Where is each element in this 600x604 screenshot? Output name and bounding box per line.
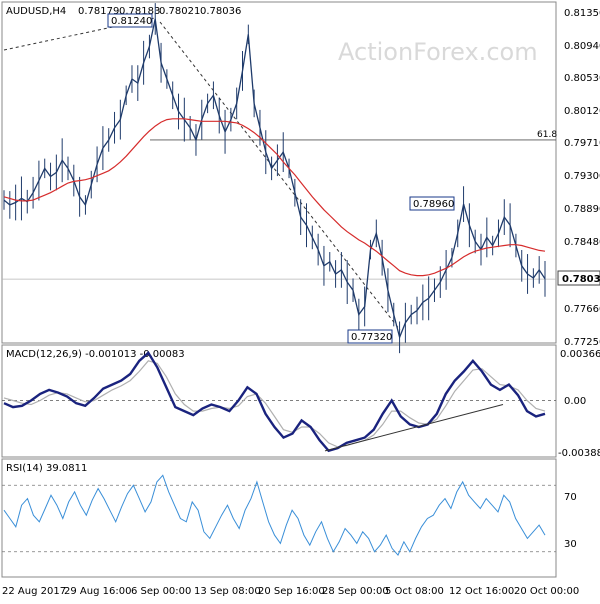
rsi-title: RSI(14) 39.0811 bbox=[6, 463, 87, 474]
macd-y-tick: -0.003887 bbox=[558, 448, 600, 459]
macd-y-tick: 0.003662 bbox=[560, 349, 600, 360]
price-y-tick: 0.77250 bbox=[564, 337, 600, 348]
x-tick: 20 Sep 16:00 bbox=[258, 586, 325, 597]
price-annotation-label: 0.81240 bbox=[111, 16, 152, 27]
price-y-tick: 0.79300 bbox=[564, 171, 600, 182]
rsi-panel-frame bbox=[1, 458, 557, 578]
price-close: 0.78036 bbox=[200, 6, 241, 17]
rsi-y-tick: 70 bbox=[564, 492, 577, 503]
price-y-tick: 0.77660 bbox=[564, 304, 600, 315]
rsi-y-tick: 30 bbox=[564, 539, 577, 550]
fib-61-8-label: 61.8 bbox=[537, 130, 557, 140]
x-tick: 5 Oct 08:00 bbox=[385, 586, 444, 597]
price-low: 0.78021 bbox=[159, 6, 200, 17]
last-price-label: 0.78036 bbox=[562, 274, 600, 285]
price-annotation-label: 0.77320 bbox=[351, 332, 392, 343]
price-y-tick: 0.80120 bbox=[564, 106, 600, 117]
x-tick: 6 Sep 00:00 bbox=[131, 586, 191, 597]
price-y-ticks: 0.81350 0.80940 0.80530 0.80120 0.79710 … bbox=[564, 8, 600, 348]
watermark: ActionForex.com bbox=[338, 38, 538, 66]
x-tick: 12 Oct 16:00 bbox=[449, 586, 514, 597]
price-y-tick: 0.78890 bbox=[564, 204, 600, 215]
price-y-tick: 0.80530 bbox=[564, 73, 600, 84]
price-y-tick: 0.79710 bbox=[564, 138, 600, 149]
price-y-tick: 0.80940 bbox=[564, 41, 600, 52]
chart-svg: ActionForex.com AUDUSD,H4 0.78179 0.7818… bbox=[1, 1, 600, 597]
price-annotation-label: 0.78960 bbox=[413, 199, 454, 210]
x-tick: 22 Aug 2017 bbox=[2, 586, 66, 597]
x-tick: 13 Sep 08:00 bbox=[194, 586, 261, 597]
x-tick: 29 Aug 16:00 bbox=[64, 586, 131, 597]
x-tick: 20 Oct 00:00 bbox=[514, 586, 579, 597]
macd-y-tick: 0.00 bbox=[564, 396, 586, 407]
chart-root: ActionForex.com AUDUSD,H4 0.78179 0.7818… bbox=[0, 0, 600, 600]
x-tick: 28 Sep 00:00 bbox=[322, 586, 389, 597]
x-ticks: 22 Aug 2017 29 Aug 16:00 6 Sep 00:00 13 … bbox=[2, 586, 579, 597]
macd-title: MACD(12,26,9) -0.001013 -0.00083 bbox=[6, 349, 185, 360]
price-y-tick: 0.78480 bbox=[564, 237, 600, 248]
price-y-tick: 0.81350 bbox=[564, 8, 600, 19]
price-symbol: AUDUSD,H4 bbox=[6, 6, 66, 17]
